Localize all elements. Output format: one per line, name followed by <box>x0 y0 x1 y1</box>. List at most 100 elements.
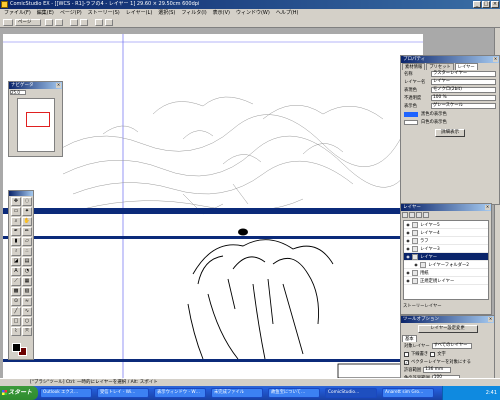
property-value[interactable]: グレースケール <box>431 103 496 109</box>
gradient-tool-icon[interactable]: ▤ <box>22 257 32 266</box>
visibility-eye-icon[interactable]: ◉ <box>405 270 411 276</box>
menu-item[interactable]: フィルタ(I) <box>181 9 206 17</box>
select-tool-icon[interactable]: ▭ <box>11 207 21 216</box>
lasso-tool-icon[interactable]: ◌ <box>22 197 32 206</box>
visibility-eye-icon[interactable]: ◉ <box>405 222 411 228</box>
open-icon[interactable] <box>45 19 53 26</box>
layer-item[interactable]: ◉ 用紙 <box>404 269 488 277</box>
layer-item[interactable]: ◉ レイヤー4 <box>404 229 488 237</box>
layer-item[interactable]: ◉ レイヤー5 <box>404 221 488 229</box>
zoom-field[interactable]: 25.0 <box>10 90 26 95</box>
draft-checkbox[interactable] <box>404 351 409 357</box>
tab-preset[interactable]: プリセット <box>426 63 454 70</box>
tab-layer[interactable]: レイヤー <box>454 63 478 70</box>
zoom-tool-icon[interactable]: ⌕ <box>11 217 21 226</box>
layer-item[interactable]: ◉ レイヤー3 <box>404 245 488 253</box>
visibility-eye-icon[interactable]: ◉ <box>405 246 411 252</box>
visibility-eye-icon[interactable]: ◉ <box>405 230 411 236</box>
navigator-thumbnail[interactable] <box>17 98 55 152</box>
ruler-tool-icon[interactable]: ⟋ <box>11 277 21 286</box>
text-tool-icon[interactable]: A <box>11 267 21 276</box>
layer-item[interactable]: ◉ レイヤー <box>404 253 488 261</box>
foreground-color-swatch[interactable] <box>12 343 21 352</box>
undo-icon[interactable] <box>70 19 78 26</box>
eyedropper-tool-icon[interactable]: ⊙ <box>11 297 21 306</box>
menu-item[interactable]: 表示(V) <box>213 9 230 17</box>
view-rectangle[interactable] <box>26 112 50 127</box>
save-icon[interactable] <box>55 19 63 26</box>
layer-item[interactable]: ◉ ラフ <box>404 237 488 245</box>
black-display-color[interactable] <box>404 111 418 117</box>
hand-tool-icon[interactable]: ✋ <box>22 217 32 226</box>
minimize-button[interactable]: _ <box>473 1 481 8</box>
taskbar-item[interactable]: 未完成ファイル <box>211 388 263 398</box>
text-checkbox[interactable] <box>430 351 436 357</box>
close-button[interactable]: × <box>491 1 499 8</box>
maximize-button[interactable]: □ <box>482 1 490 8</box>
menu-item[interactable]: ストーリー(S) <box>88 9 120 17</box>
menu-item[interactable]: レイヤー(L) <box>126 9 153 17</box>
pencil-tool-icon[interactable]: ✏ <box>22 227 32 236</box>
lock-icon[interactable] <box>423 212 429 218</box>
blur-tool-icon[interactable]: ≈ <box>22 297 32 306</box>
new-layer-icon[interactable] <box>402 212 408 218</box>
redo-icon[interactable] <box>80 19 88 26</box>
magic-wand-tool-icon[interactable]: ✦ <box>22 207 32 216</box>
white-display-color[interactable] <box>404 119 418 125</box>
new-folder-icon[interactable] <box>409 212 415 218</box>
polyline-tool-icon[interactable]: ⌇ <box>11 327 21 336</box>
rect-tool-icon[interactable]: □ <box>11 317 21 326</box>
new-icon[interactable] <box>3 19 13 26</box>
taskbar-item[interactable]: Anarett sim Gro… <box>382 388 434 398</box>
layer-setting-button[interactable]: レイヤー設定変更 <box>417 325 478 333</box>
balloon-tool-icon[interactable]: ◔ <box>22 267 32 276</box>
taskbar-item[interactable]: 受信トレイ - Wi… <box>97 388 149 398</box>
delete-layer-icon[interactable] <box>416 212 422 218</box>
close-icon[interactable]: × <box>493 57 498 62</box>
line-tool-icon[interactable]: ╱ <box>11 307 21 316</box>
close-icon[interactable]: × <box>56 83 61 88</box>
marker-tool-icon[interactable]: ▮ <box>11 237 21 246</box>
layer-item[interactable]: ◉ 正規定規レイヤー <box>404 277 488 285</box>
menu-item[interactable]: ヘルプ(H) <box>276 9 299 17</box>
tolerance-field[interactable]: 136 mm <box>423 367 452 373</box>
show-details-button[interactable]: 詳細表示 <box>435 129 465 137</box>
visibility-eye-icon[interactable]: ◉ <box>405 254 411 260</box>
menu-item[interactable]: 編集(E) <box>37 9 54 17</box>
zoom-out-icon[interactable] <box>105 19 113 26</box>
menu-item[interactable]: ウィンドウ(W) <box>236 9 270 17</box>
menu-item[interactable]: ページ(P) <box>60 9 82 17</box>
eraser-tool-icon[interactable]: ▱ <box>22 237 32 246</box>
menu-item[interactable]: ファイル(F) <box>4 9 31 17</box>
pattern-tool-icon[interactable]: ▧ <box>22 287 32 296</box>
target-layer-select[interactable]: すべてのレイヤー <box>431 343 472 349</box>
tone-tool-icon[interactable]: ▩ <box>11 287 21 296</box>
move-tool-icon[interactable]: ✥ <box>11 197 21 206</box>
visibility-eye-icon[interactable]: ◉ <box>405 238 411 244</box>
property-value[interactable]: モノクロ(2bit) <box>431 87 496 93</box>
pen-tool-icon[interactable]: ✒ <box>11 227 21 236</box>
property-value[interactable]: レイヤー <box>431 79 496 85</box>
vector-checkbox[interactable]: ✓ <box>404 359 409 365</box>
taskbar-item[interactable]: Outlook エクス… <box>40 388 92 398</box>
taskbar-item[interactable]: 表示ウィンドウ - W… <box>154 388 206 398</box>
frame-tool-icon[interactable]: ▦ <box>22 277 32 286</box>
visibility-eye-icon[interactable]: ◉ <box>405 278 411 284</box>
menu-item[interactable]: 選択(S) <box>158 9 175 17</box>
drawing-canvas[interactable] <box>3 34 423 378</box>
fill-tool-icon[interactable]: ◪ <box>11 257 21 266</box>
page-select[interactable]: ページ <box>15 19 41 26</box>
tab-material-info[interactable]: 素材情報 <box>402 63 426 70</box>
visibility-eye-icon[interactable]: ◉ <box>413 262 419 268</box>
property-value[interactable]: ラスターレイヤー <box>431 71 496 77</box>
brush-tool-icon[interactable]: ≀ <box>11 247 21 256</box>
close-icon[interactable]: × <box>485 205 490 210</box>
tab-basic[interactable]: 基本 <box>402 335 417 342</box>
taskbar-item[interactable]: ComicStudio… <box>325 388 377 398</box>
airbrush-tool-icon[interactable]: ∴ <box>22 247 32 256</box>
property-value[interactable]: 100 % <box>431 95 496 101</box>
taskbar-item[interactable]: 故鱼宝について… <box>268 388 320 398</box>
start-button[interactable]: スタート <box>0 386 38 400</box>
ellipse-tool-icon[interactable]: ○ <box>22 317 32 326</box>
zoom-in-icon[interactable] <box>95 19 103 26</box>
